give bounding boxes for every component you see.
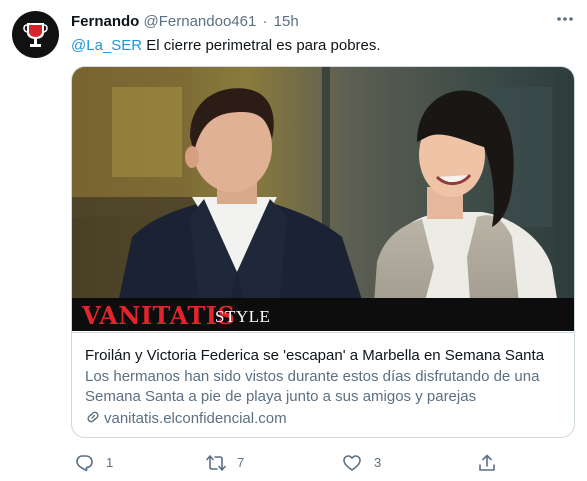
card-divider — [72, 332, 574, 333]
card-image[interactable]: VANITATIS STYLE — [72, 67, 574, 331]
brand-banner: VANITATIS STYLE — [72, 298, 574, 331]
share-button[interactable] — [477, 452, 501, 474]
separator-dot: · — [262, 13, 268, 30]
share-icon — [479, 454, 495, 471]
brand-subtitle: STYLE — [215, 307, 271, 326]
like-count: 3 — [374, 455, 382, 470]
more-icon — [557, 17, 573, 21]
retweet-count: 7 — [237, 455, 245, 470]
card-domain-text: vanitatis.elconfidencial.com — [104, 410, 287, 427]
author-name[interactable]: Fernando — [71, 13, 139, 30]
link-icon — [87, 411, 99, 423]
tweet-header: Fernando @Fernandoo461 · 15h — [71, 12, 299, 32]
card-title[interactable]: Froilán y Victoria Federica se 'escapan'… — [85, 346, 544, 366]
heart-icon — [343, 455, 361, 471]
tweet[interactable]: Fernando @Fernandoo461 · 15h @La_SER El … — [0, 0, 587, 481]
retweet-icon — [206, 455, 226, 471]
news-photo — [72, 67, 574, 331]
author-handle[interactable]: @Fernandoo461 — [144, 13, 257, 30]
reply-button[interactable]: 1 — [74, 452, 134, 474]
reply-count: 1 — [106, 455, 114, 470]
tweet-time[interactable]: 15h — [274, 13, 299, 30]
action-bar: 1 7 3 — [71, 452, 511, 474]
tweet-text: @La_SER El cierre perimetral es para pob… — [71, 36, 381, 56]
card-domain[interactable]: vanitatis.elconfidencial.com — [85, 409, 287, 429]
trophy-icon — [23, 23, 48, 47]
card-description[interactable]: Los hermanos han sido vistos durante est… — [85, 367, 555, 407]
link-card[interactable]: VANITATIS STYLE Froilán y Victoria Feder… — [71, 66, 575, 438]
like-button[interactable]: 3 — [342, 452, 402, 474]
reply-icon — [76, 455, 93, 472]
more-options-button[interactable] — [552, 9, 578, 29]
tweet-body: El cierre perimetral es para pobres. — [142, 37, 381, 54]
retweet-button[interactable]: 7 — [205, 452, 265, 474]
mention-link[interactable]: @La_SER — [71, 37, 142, 54]
avatar[interactable] — [12, 11, 59, 58]
brand-name: VANITATIS — [82, 301, 236, 330]
